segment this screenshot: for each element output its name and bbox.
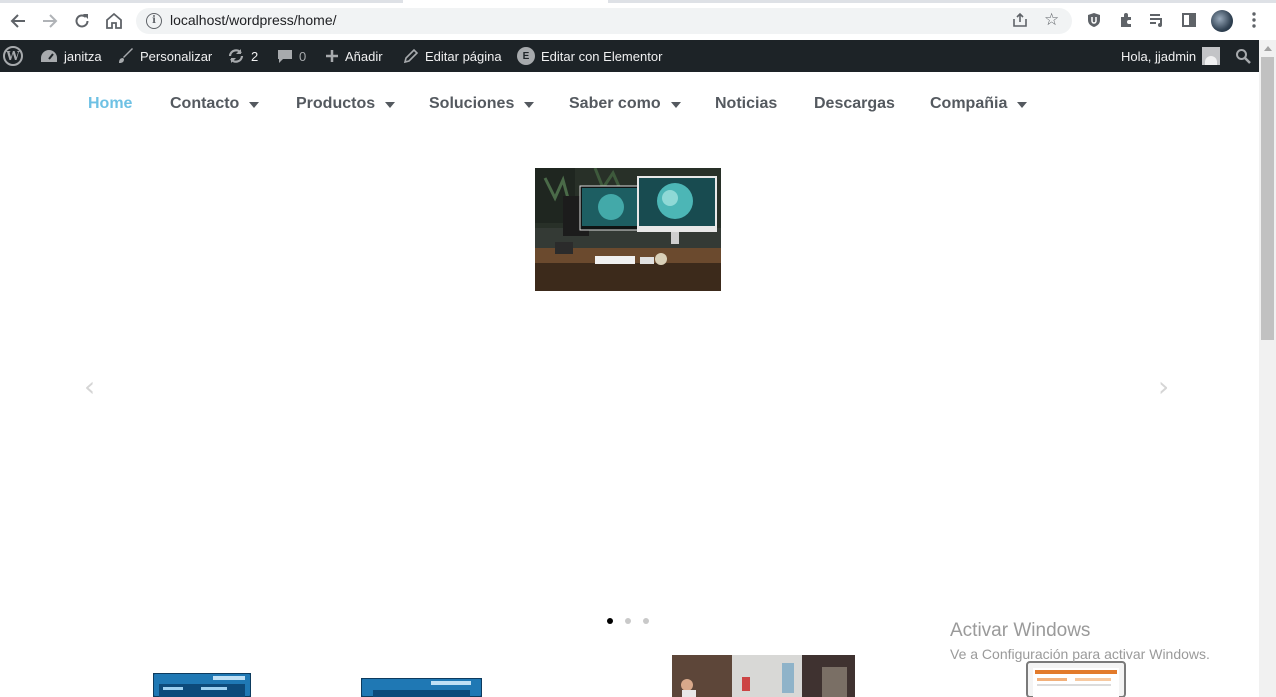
site-name-menu[interactable]: janitza [40, 40, 102, 72]
plus-icon [325, 49, 339, 63]
share-icon[interactable] [1012, 12, 1028, 32]
add-new-menu[interactable]: Añadir [325, 40, 383, 72]
site-info-icon[interactable]: i [146, 13, 162, 29]
slider-prev-arrow-icon[interactable]: ‹ [84, 373, 98, 401]
product-image-remote-display[interactable] [361, 678, 482, 697]
windows-activation-subtitle: Ve a Configuración para activar Windows. [950, 646, 1210, 662]
customize-menu[interactable]: Personalizar [118, 40, 212, 72]
updates-icon [227, 48, 245, 64]
product-image-software-laptop[interactable] [1025, 660, 1127, 697]
scrollbar-thumb[interactable] [1261, 57, 1274, 340]
page-scrollbar[interactable] [1259, 40, 1276, 697]
paintbrush-icon [118, 48, 134, 64]
updates-menu[interactable]: 2 [227, 40, 258, 72]
address-bar[interactable]: i localhost/wordpress/home/ ☆ [136, 8, 1072, 34]
caret-down-icon [1017, 102, 1028, 108]
active-tab-edge [403, 0, 608, 3]
menu-item-noticias[interactable]: Noticias [715, 95, 777, 113]
menu-item-label: Contacto [170, 95, 240, 112]
edit-page-label: Editar página [425, 48, 502, 64]
ublock-extension-icon[interactable] [1083, 9, 1105, 31]
dashboard-gauge-icon [40, 48, 58, 64]
wp-admin-bar: W janitza Personalizar 2 0 Añadir Editar… [0, 40, 1276, 72]
menu-item-label: Home [88, 95, 133, 112]
url-text[interactable]: localhost/wordpress/home/ [170, 12, 337, 28]
menu-item-label: Productos [296, 95, 376, 112]
site-main-menu: Home Contacto Productos Soluciones Saber… [0, 72, 1259, 138]
browser-toolbar: i localhost/wordpress/home/ ☆ [0, 0, 1276, 40]
caret-down-icon [249, 102, 260, 108]
greeting-label: Hola, jjadmin [1121, 48, 1197, 64]
tab-strip [0, 0, 1276, 3]
reload-icon[interactable] [70, 9, 94, 33]
forward-icon[interactable] [38, 9, 62, 33]
news-image-people-office[interactable] [672, 655, 855, 697]
my-account-menu[interactable]: Hola, jjadmin [1121, 40, 1221, 72]
wordpress-icon: W [3, 46, 23, 66]
menu-item-label: Compañia [930, 95, 1008, 112]
pencil-icon [403, 48, 419, 64]
elementor-icon: E [517, 47, 535, 65]
profile-avatar[interactable] [1211, 10, 1233, 32]
site-name-label: janitza [64, 48, 102, 64]
windows-activation-title: Activar Windows [950, 620, 1091, 641]
wordpress-logo-menu[interactable]: W [3, 40, 23, 72]
admin-search-button[interactable] [1235, 40, 1251, 72]
menu-item-descargas[interactable]: Descargas [814, 95, 895, 113]
menu-item-contacto[interactable]: Contacto [170, 95, 260, 113]
bookmark-star-icon[interactable]: ☆ [1044, 10, 1059, 30]
edit-elementor-menu[interactable]: E Editar con Elementor [517, 40, 662, 72]
updates-count: 2 [251, 48, 259, 64]
menu-item-soluciones[interactable]: Soluciones [429, 95, 535, 113]
customize-label: Personalizar [140, 48, 213, 64]
slider-dot[interactable] [625, 618, 631, 624]
slider-next-arrow-icon[interactable]: › [1158, 373, 1172, 401]
edit-elementor-label: Editar con Elementor [541, 48, 663, 64]
media-queue-icon[interactable] [1146, 9, 1168, 31]
slider-image-desk-setup [535, 168, 721, 291]
caret-down-icon [670, 102, 681, 108]
user-avatar [1202, 47, 1221, 65]
menu-item-saber-como[interactable]: Saber como [569, 95, 681, 113]
product-image-power-analyser[interactable] [153, 673, 251, 697]
side-panel-icon[interactable] [1178, 9, 1200, 31]
menu-item-home[interactable]: Home [88, 95, 132, 113]
menu-item-productos[interactable]: Productos [296, 95, 396, 113]
menu-item-label: Noticias [715, 95, 778, 112]
browser-menu-icon[interactable] [1243, 9, 1265, 31]
add-new-label: Añadir [345, 48, 383, 64]
menu-item-label: Saber como [569, 95, 661, 112]
menu-item-compania[interactable]: Compañia [930, 95, 1028, 113]
search-icon [1235, 48, 1251, 64]
scroll-up-arrow-icon[interactable] [1264, 46, 1272, 51]
comments-count: 0 [299, 48, 307, 64]
caret-down-icon [385, 102, 396, 108]
extensions-puzzle-icon[interactable] [1115, 9, 1137, 31]
slider-dot[interactable] [607, 618, 613, 624]
caret-down-icon [524, 102, 535, 108]
home-icon[interactable] [102, 9, 126, 33]
menu-item-label: Soluciones [429, 95, 515, 112]
comments-menu[interactable]: 0 [277, 40, 306, 72]
menu-item-label: Descargas [814, 95, 895, 112]
edit-page-menu[interactable]: Editar página [403, 40, 502, 72]
comment-bubble-icon [277, 48, 293, 64]
slider-dot[interactable] [643, 618, 649, 624]
back-icon[interactable] [6, 9, 30, 33]
